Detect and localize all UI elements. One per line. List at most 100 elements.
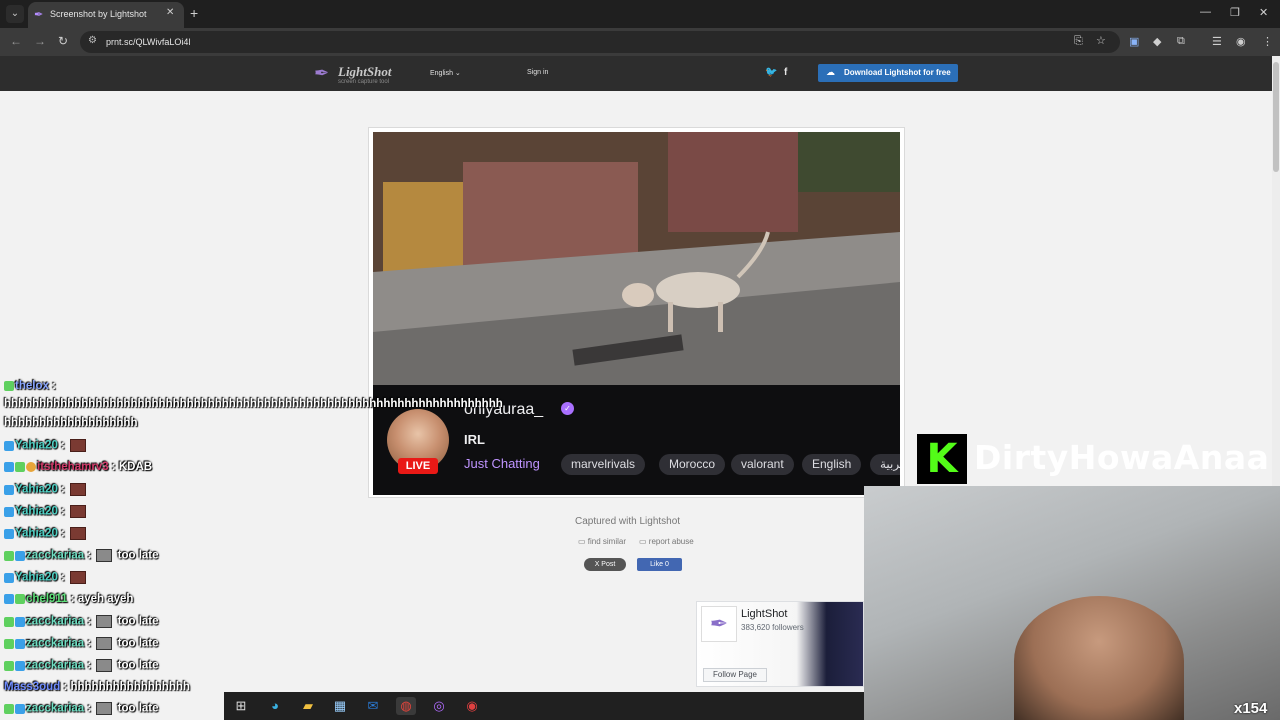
tab-search-icon[interactable]: ⌄ [6, 5, 24, 23]
chat-badge-icon [15, 703, 25, 714]
stream-title: IRL [464, 432, 485, 447]
chat-badge-icon [4, 528, 14, 539]
tab-strip: ⌄ ✒ Screenshot by Lightshot ✕ + — ❐ ✕ [0, 0, 1280, 28]
site-info-icon[interactable]: ⚙ [88, 35, 97, 46]
download-button[interactable]: ☁ Download Lightshot for free [818, 64, 958, 82]
x-post-button[interactable]: X Post [584, 558, 626, 571]
chat-message: too late [117, 637, 159, 650]
lightshot-feather-icon: ✒ [314, 63, 330, 83]
language-select[interactable]: English ⌄ [430, 69, 461, 77]
screenshot-video-frame[interactable] [373, 132, 900, 385]
url-text: prnt.sc/QLWivfaLOi4l [106, 37, 191, 47]
stream-tag[interactable]: marvelrivals [561, 454, 646, 475]
find-similar-label: find similar [587, 537, 627, 546]
app-icon[interactable]: ◉ [462, 697, 482, 715]
chat-message: KDAB [118, 461, 153, 473]
facebook-icon[interactable]: f [784, 67, 787, 78]
chat-emote [96, 659, 113, 672]
minimize-icon[interactable]: — [1200, 6, 1211, 18]
fb-like-button[interactable]: Like 0 [637, 558, 682, 571]
windows-taskbar: ⊞ ◕ ▰ ▦ ✉ ◍ ◎ ◉ [224, 692, 864, 720]
chat-message: ayeh ayeh [77, 593, 134, 605]
install-app-icon[interactable]: ⎘ [1074, 35, 1083, 48]
sign-in-link[interactable]: Sign in [527, 69, 548, 76]
chat-badge-icon [4, 506, 14, 517]
profile-icon[interactable]: ◉ [1236, 35, 1246, 48]
chat-line: itsthehamrv3 : KDAB [4, 461, 152, 473]
tab-active[interactable]: ✒ Screenshot by Lightshot ✕ [28, 2, 184, 28]
bookmark-star-icon[interactable]: ☆ [1096, 34, 1106, 47]
chat-badge-icon [26, 461, 36, 472]
lightshot-favicon-icon: ✒ [34, 9, 44, 21]
outlook-icon[interactable]: ✉ [363, 697, 383, 715]
stream-category[interactable]: Just Chatting [464, 456, 540, 471]
chat-line: zacckariaa : too late [4, 637, 159, 650]
chat-line: Yahia20 : [4, 527, 88, 540]
file-explorer-icon[interactable]: ▰ [298, 697, 318, 715]
chat-line: chel911 : ayeh ayeh [4, 593, 133, 605]
lightshot-logo[interactable]: LightShot [338, 64, 391, 80]
forward-icon[interactable]: → [34, 34, 46, 48]
chrome-icon[interactable]: ◍ [396, 697, 416, 715]
lightshot-header: ✒ LightShot screen capture tool English … [0, 56, 1272, 91]
chat-username: Yahia20 [15, 571, 58, 584]
chat-badge-icon [15, 461, 25, 472]
follow-page-button[interactable]: Follow Page [703, 668, 767, 682]
chat-emote [70, 439, 87, 452]
chat-line: zacckariaa : too late [4, 702, 159, 715]
language-value: English [430, 70, 453, 77]
chat-message: too late [117, 659, 159, 672]
find-similar-link[interactable]: ▭ find similar [578, 537, 626, 546]
new-tab-icon[interactable]: + [190, 5, 198, 21]
back-icon[interactable]: ← [10, 34, 22, 48]
extension-diamond-icon[interactable]: ◆ [1153, 35, 1161, 48]
extensions-puzzle-icon[interactable]: ⧉ [1177, 35, 1185, 48]
chat-badge-icon [4, 703, 14, 714]
stream-tag[interactable]: valorant [731, 454, 794, 475]
close-window-icon[interactable]: ✕ [1259, 6, 1268, 19]
street-dog-scene [373, 132, 900, 385]
download-cloud-icon: ☁ [826, 67, 835, 77]
report-abuse-link[interactable]: ▭ report abuse [639, 537, 694, 546]
captured-with-lightshot: Captured with Lightshot [575, 516, 681, 527]
task-view-icon[interactable]: ⊞ [231, 697, 251, 715]
stream-tag[interactable]: English [802, 454, 862, 475]
page-scrollbar-thumb[interactable] [1273, 62, 1279, 172]
address-bar[interactable]: ⚙ prnt.sc/QLWivfaLOi4l ⎘ ☆ [80, 31, 1120, 53]
stream-tag[interactable]: Morocco [659, 454, 726, 475]
translate-icon[interactable]: ▣ [1129, 35, 1139, 48]
stream-tag[interactable]: عربية [870, 454, 900, 475]
chat-message: too late [117, 615, 159, 628]
fb-page-name[interactable]: LightShot [741, 608, 787, 620]
chat-badge-icon [15, 660, 25, 671]
chat-badge-icon [4, 660, 14, 671]
chat-username: Yahia20 [15, 483, 58, 496]
reload-icon[interactable]: ↻ [58, 34, 68, 48]
chat-line: hhhhhhhhhhhhhhhhhhh [4, 417, 137, 429]
store-icon[interactable]: ▦ [330, 697, 350, 715]
chat-message: hhhhhhhhhhhhhhhhhhh [4, 417, 138, 429]
chat-badge-icon [4, 440, 14, 451]
chat-line: zacckariaa : too late [4, 659, 159, 672]
reading-list-icon[interactable]: ☰ [1212, 35, 1222, 48]
menu-kebab-icon[interactable]: ⋮ [1262, 35, 1273, 48]
chat-line: zacckariaa : too late [4, 615, 159, 628]
discord-icon[interactable]: ◎ [429, 697, 449, 715]
chat-message: too late [117, 549, 159, 562]
tab-close-icon[interactable]: ✕ [166, 7, 174, 18]
chat-username: Yahia20 [15, 439, 58, 452]
twitter-icon[interactable]: 🐦 [765, 67, 777, 78]
stream-tag-clip: عربية [870, 454, 900, 475]
chat-line: Yahia20 : [4, 505, 88, 518]
chat-badge-icon [15, 638, 25, 649]
chat-line: hhhhhhhhhhhhhhhhhhhhhhhhhhhhhhhhhhhhhhhh… [4, 398, 503, 410]
lightshot-page-logo[interactable]: ✒ [701, 606, 737, 642]
chat-badge-icon [4, 380, 14, 391]
chat-username: zacckariaa [26, 615, 85, 628]
edge-icon[interactable]: ◕ [265, 697, 285, 715]
facebook-page-widget: ✒ LightShot 383,620 followers Follow Pag… [696, 601, 864, 687]
chat-line: zacckariaa : too late [4, 549, 159, 562]
browser-toolbar: ← → ↻ ⚙ prnt.sc/QLWivfaLOi4l ⎘ ☆ ▣ ◆ ⧉ ☰… [0, 28, 1280, 56]
maximize-icon[interactable]: ❐ [1230, 6, 1240, 19]
webcam-person [1014, 596, 1184, 720]
